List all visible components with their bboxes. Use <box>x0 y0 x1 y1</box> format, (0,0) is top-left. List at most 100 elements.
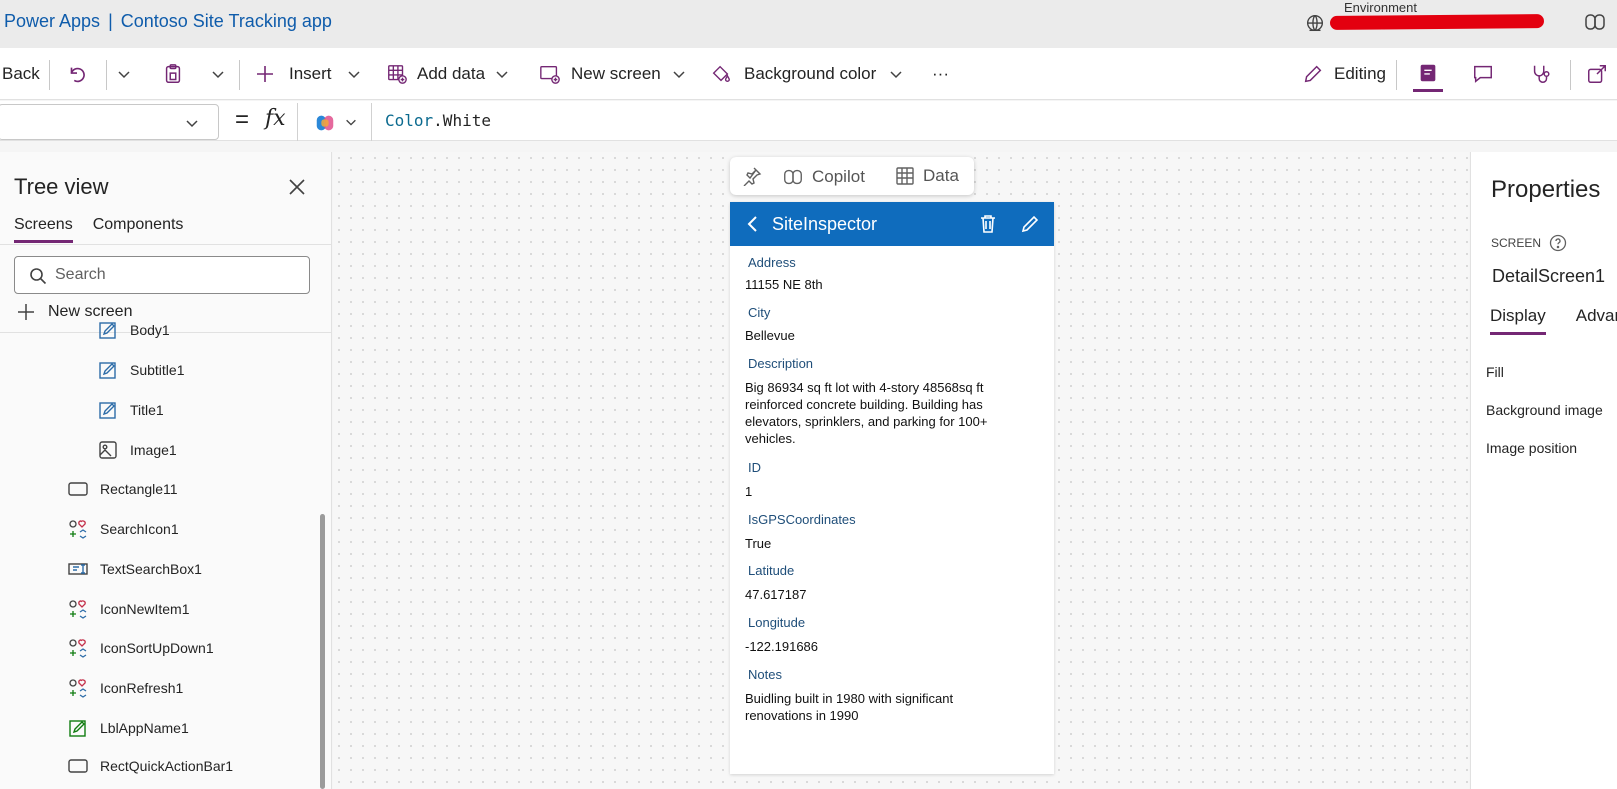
more-commands-button[interactable]: ··· <box>932 61 949 87</box>
field-label: Notes <box>748 667 782 682</box>
tree-item-label: SearchIcon1 <box>100 521 179 537</box>
copilot-icon[interactable] <box>1583 10 1607 34</box>
field-value: Bellevue <box>745 328 795 343</box>
property-fill[interactable]: Fill <box>1486 364 1504 380</box>
copilot-label: Copilot <box>812 167 865 186</box>
help-icon[interactable] <box>1549 234 1567 252</box>
tree-item-label: Subtitle1 <box>130 362 185 378</box>
property-background-image[interactable]: Background image <box>1486 402 1603 418</box>
tree-item[interactable]: RectQuickActionBar1 <box>68 756 233 776</box>
tree-item[interactable]: SearchIcon1 <box>68 519 179 539</box>
data-button[interactable]: Data <box>895 166 959 186</box>
properties-tabs: Display Advan <box>1490 306 1617 335</box>
pencil-icon[interactable] <box>1020 214 1040 234</box>
field-value: -122.191686 <box>745 639 819 654</box>
command-toolbar: Back Insert Add data New screen Backgrou… <box>0 48 1617 100</box>
insert-label: Insert <box>289 64 332 83</box>
tree-item[interactable]: LblAppName1 <box>68 718 189 738</box>
tree-item[interactable]: Subtitle1 <box>98 360 184 380</box>
chevron-down-icon <box>348 71 360 79</box>
tab-advanced[interactable]: Advan <box>1576 306 1617 335</box>
add-data-button[interactable]: Add data <box>386 61 510 87</box>
data-label: Data <box>923 166 959 185</box>
background-color-button[interactable]: Background color <box>710 61 904 87</box>
screen-header: SiteInspector <box>730 202 1054 246</box>
back-arrow-icon[interactable] <box>744 214 762 234</box>
canvas-floating-toolbar: Copilot Data <box>730 157 974 195</box>
tree-item-label: RectQuickActionBar1 <box>100 758 234 774</box>
share-button[interactable] <box>1586 61 1608 87</box>
tree-item-label: IconNewItem1 <box>100 601 190 617</box>
tree-item[interactable]: Image1 <box>98 440 177 460</box>
tab-display[interactable]: Display <box>1490 306 1546 335</box>
environment-label[interactable]: Environment <box>1344 0 1417 15</box>
field-label: City <box>748 305 771 320</box>
tree-item[interactable]: IconRefresh1 <box>68 678 183 698</box>
editing-mode-button[interactable]: Editing <box>1302 61 1386 87</box>
tab-screens[interactable]: Screens <box>14 216 73 243</box>
plus-icon <box>18 304 34 320</box>
undo-dropdown[interactable] <box>116 61 132 87</box>
app-screen-preview[interactable]: SiteInspector Address 11155 NE 8th City … <box>730 202 1054 774</box>
copilot-icon <box>784 169 802 185</box>
paste-button[interactable] <box>162 61 184 87</box>
screen-title: SiteInspector <box>772 214 878 234</box>
new-screen-link[interactable]: New screen <box>16 302 132 322</box>
pencil-icon <box>1304 65 1322 83</box>
tree-scrollbar[interactable] <box>320 514 325 789</box>
insert-button[interactable]: Insert <box>255 61 362 87</box>
fx-icon[interactable]: fx <box>265 106 286 131</box>
chevron-down-icon <box>346 119 356 126</box>
tree-item[interactable]: IconNewItem1 <box>68 599 189 619</box>
design-canvas[interactable]: Copilot Data SiteInspector Address 11155… <box>333 152 1469 789</box>
undo-button[interactable] <box>66 61 88 87</box>
trash-icon[interactable] <box>979 214 997 234</box>
copilot-formula-button[interactable] <box>297 103 372 141</box>
close-icon[interactable] <box>288 178 306 196</box>
properties-screen-name[interactable]: DetailScreen1 <box>1492 266 1605 287</box>
field-value: Buidling built in 1980 with significant … <box>745 691 954 723</box>
field-label: Address <box>748 255 796 270</box>
environment-icon[interactable] <box>1304 12 1326 34</box>
tab-components[interactable]: Components <box>93 216 184 243</box>
search-placeholder: Search <box>55 266 106 283</box>
toolbar-divider <box>239 60 240 90</box>
search-icon <box>30 268 47 285</box>
tree-view-title: Tree view <box>14 174 109 199</box>
rectangle-icon <box>68 482 88 496</box>
field-value: 1 <box>745 484 753 499</box>
new-screen-label: New screen <box>48 303 133 320</box>
formula-bar: = fx Color.White <box>0 101 1617 141</box>
back-button[interactable]: Back <box>2 61 40 87</box>
app-brand[interactable]: Power Apps | Contoso Site Tracking app <box>4 11 332 32</box>
property-image-position[interactable]: Image position <box>1486 440 1577 456</box>
pin-icon[interactable] <box>742 166 762 186</box>
tree-item[interactable]: Body1 <box>98 320 170 340</box>
tree-item-label: Image1 <box>130 442 177 458</box>
table-add-icon <box>388 65 407 84</box>
back-label: Back <box>2 64 40 83</box>
icons-control-icon <box>69 679 87 698</box>
edit-label-icon <box>99 362 116 379</box>
tree-item-label: Title1 <box>130 402 164 418</box>
app-checker-button[interactable] <box>1530 61 1552 87</box>
tree-item[interactable]: Title1 <box>98 400 164 420</box>
field-value: Big 86934 sq ft lot with 4-story 48568sq… <box>745 380 988 446</box>
app-notes-button[interactable] <box>1413 56 1443 92</box>
property-dropdown[interactable] <box>0 104 219 140</box>
properties-pane: Properties SCREEN DetailScreen1 Display … <box>1470 152 1617 789</box>
field-label: Longitude <box>748 615 806 630</box>
tree-item-label: TextSearchBox1 <box>100 561 202 577</box>
tree-item[interactable]: Rectangle11 <box>68 479 178 499</box>
tree-item[interactable]: IconSortUpDown1 <box>68 638 214 658</box>
formula-input[interactable]: Color.White <box>385 111 491 130</box>
tree-search-input[interactable]: Search <box>14 256 310 294</box>
paste-dropdown[interactable] <box>210 61 226 87</box>
comments-button[interactable] <box>1472 61 1494 87</box>
tree-item[interactable]: TextSearchBox1 <box>68 559 202 579</box>
title-bar: Power Apps | Contoso Site Tracking app Env… <box>0 0 1617 48</box>
copilot-button[interactable]: Copilot <box>782 166 865 188</box>
new-screen-icon <box>540 65 560 84</box>
new-screen-button[interactable]: New screen <box>539 61 687 87</box>
tree-item-label: IconRefresh1 <box>100 680 184 696</box>
